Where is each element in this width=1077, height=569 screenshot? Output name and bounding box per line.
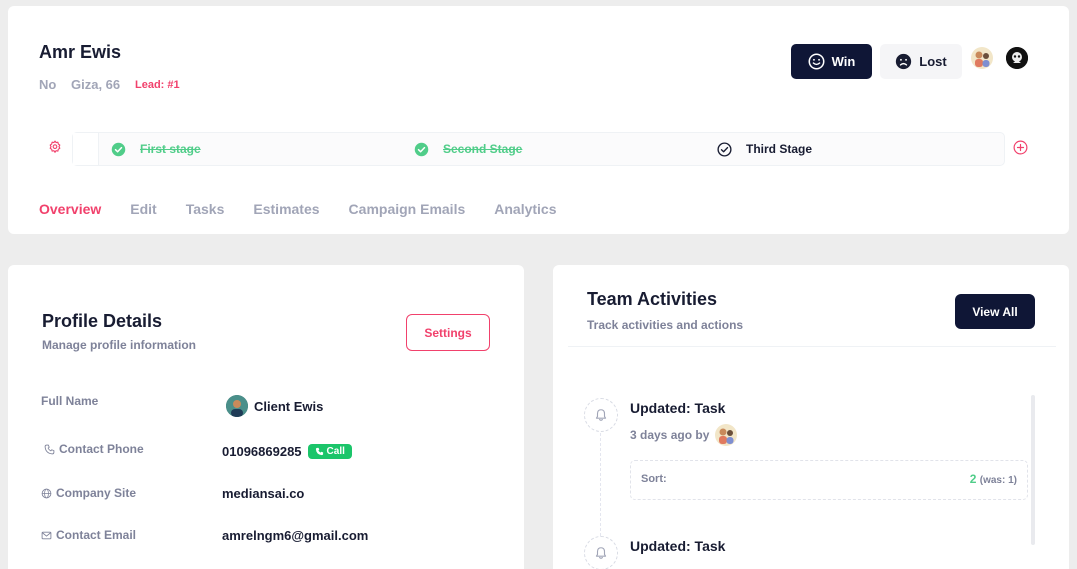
- lead-name: Amr Ewis: [39, 42, 122, 62]
- avatar-illustration-icon: [975, 51, 990, 67]
- stage-third[interactable]: Third Stage: [717, 133, 812, 165]
- assignee-avatar[interactable]: [971, 47, 993, 69]
- timeline-line: [600, 433, 601, 541]
- profile-details-card: Profile Details Manage profile informati…: [8, 265, 524, 569]
- company-site-label-text: Company Site: [56, 486, 137, 500]
- lost-button[interactable]: Lost: [880, 44, 962, 79]
- phone-icon: [315, 447, 323, 456]
- stage-label: Third Stage: [746, 142, 813, 156]
- activities-scrollbar[interactable]: [1031, 395, 1035, 545]
- envelope-icon: [41, 531, 52, 539]
- add-stage-button[interactable]: [1013, 140, 1028, 160]
- full-name-value: Client Ewis: [226, 395, 323, 417]
- bell-icon: [595, 547, 607, 559]
- win-button[interactable]: Win: [791, 44, 872, 79]
- team-activities-subtitle: Track activities and actions: [587, 318, 744, 332]
- tab-edit[interactable]: Edit: [130, 201, 156, 217]
- team-activities-title: Team Activities: [587, 289, 718, 309]
- lead-meta-no: No: [39, 77, 57, 92]
- call-button[interactable]: Call: [307, 444, 352, 459]
- activity-time: 3 days ago by: [630, 424, 738, 446]
- gear-icon: [49, 140, 61, 153]
- contact-phone-text: 01096869285: [222, 444, 302, 459]
- activity-marker: [584, 398, 618, 432]
- plus-circle-icon: [1013, 140, 1028, 155]
- win-label: Win: [831, 54, 856, 69]
- check-circle-outline-icon: [717, 141, 732, 157]
- check-circle-filled-icon: [414, 142, 429, 156]
- contact-email-label-text: Contact Email: [56, 528, 137, 542]
- contact-phone-label: Contact Phone: [44, 442, 144, 456]
- company-site-label: Company Site: [41, 486, 136, 500]
- avatar-illustration-icon: [1006, 47, 1028, 69]
- bell-icon: [595, 409, 607, 421]
- lead-number: Lead: #1: [135, 79, 180, 91]
- section-divider: [568, 346, 1056, 347]
- lead-tabs: Overview Edit Tasks Estimates Campaign E…: [39, 201, 557, 217]
- user-avatar[interactable]: [1006, 47, 1028, 69]
- stage-second[interactable]: Second Stage: [414, 133, 522, 165]
- tab-overview[interactable]: Overview: [39, 201, 101, 217]
- settings-button[interactable]: Settings: [406, 314, 490, 351]
- contact-email-text[interactable]: amrelngm6@gmail.com: [222, 528, 368, 543]
- sort-label: Sort:: [641, 473, 667, 485]
- tab-analytics[interactable]: Analytics: [494, 201, 556, 217]
- stage-label: First stage: [140, 142, 201, 156]
- sort-value: 2 (was: 1): [970, 472, 1017, 486]
- company-site-text[interactable]: mediansai.co: [222, 486, 304, 501]
- contact-phone-label-text: Contact Phone: [59, 442, 144, 456]
- activity-title: Updated: Task: [630, 538, 726, 554]
- activity-marker: [584, 536, 618, 569]
- contact-phone-value: 01096869285 Call: [222, 444, 352, 459]
- sad-icon: [896, 53, 912, 70]
- activity-title: Updated: Task: [630, 400, 726, 416]
- stage-label: Second Stage: [443, 142, 523, 156]
- tab-campaign-emails[interactable]: Campaign Emails: [349, 201, 466, 217]
- tab-tasks[interactable]: Tasks: [186, 201, 225, 217]
- contact-email-label: Contact Email: [41, 528, 136, 542]
- activity-change-box: Sort: 2 (was: 1): [630, 460, 1028, 500]
- stage-first[interactable]: First stage: [111, 133, 201, 165]
- check-circle-filled-icon: [111, 142, 126, 156]
- call-label: Call: [326, 446, 345, 457]
- phone-icon: [44, 444, 55, 454]
- activity-time-text: 3 days ago by: [630, 428, 710, 442]
- full-name-label-text: Full Name: [41, 394, 99, 408]
- profile-subtitle: Manage profile information: [42, 338, 197, 352]
- lost-label: Lost: [919, 54, 947, 69]
- profile-title: Profile Details: [42, 311, 163, 331]
- avatar-illustration-icon: [715, 424, 738, 446]
- client-avatar: [226, 395, 248, 417]
- smile-icon: [808, 53, 825, 70]
- lead-header-card: Amr Ewis No Giza, 66 Lead: #1 Win Lost F…: [8, 6, 1069, 234]
- full-name-label: Full Name: [41, 394, 98, 408]
- stage-leading-cell: [73, 133, 99, 165]
- avatar-illustration-icon: [226, 395, 248, 417]
- pipeline-stages: First stage Second Stage Third Stage: [72, 132, 1005, 166]
- globe-icon: [41, 488, 52, 498]
- stage-settings-button[interactable]: [48, 140, 62, 159]
- tab-estimates[interactable]: Estimates: [253, 201, 319, 217]
- company-site-value[interactable]: mediansai.co: [222, 486, 304, 501]
- full-name-text: Client Ewis: [254, 398, 324, 414]
- sort-new-value: 2: [969, 472, 977, 486]
- view-all-button[interactable]: View All: [955, 294, 1035, 329]
- contact-email-value[interactable]: amrelngm6@gmail.com: [222, 528, 368, 543]
- lead-meta-address: Giza, 66: [71, 77, 121, 92]
- team-activities-card: Team Activities Track activities and act…: [553, 265, 1069, 569]
- sort-old-value: (was: 1): [979, 475, 1017, 486]
